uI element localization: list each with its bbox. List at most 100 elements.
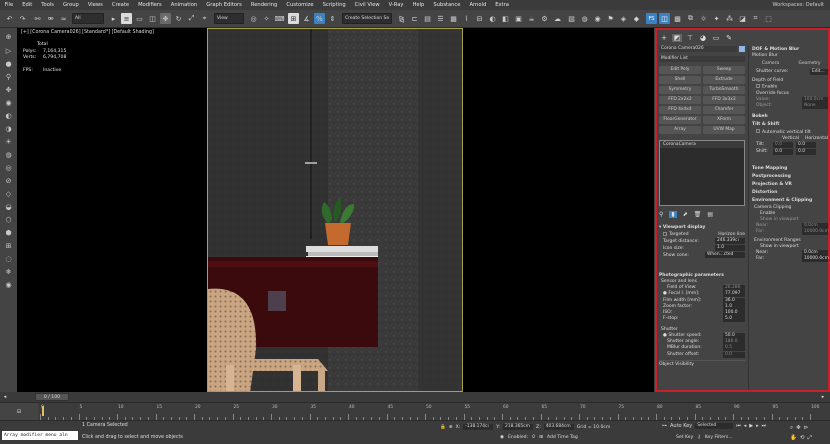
menu-animation[interactable]: Animation: [166, 2, 201, 8]
menu-vray[interactable]: V-Ray: [384, 2, 408, 8]
scene-converter-icon[interactable]: ◫: [659, 13, 670, 24]
modifier-button-uvw-map[interactable]: UVW Map: [703, 126, 745, 134]
select-move-icon[interactable]: ✥: [160, 13, 171, 24]
bind-space-warp-icon[interactable]: ≈: [58, 13, 69, 24]
keyboard-shortcut-icon[interactable]: ⌨: [274, 13, 285, 24]
set-key-button[interactable]: Set Key: [676, 435, 693, 440]
track-bar[interactable]: ⊟ 0 5 10 15 20 25 30 35 40 45 50 55 60 65 70 75 80 85 90 95…: [0, 402, 830, 420]
link-icon[interactable]: ⚯: [32, 13, 43, 24]
time-tag-icon[interactable]: ⊞: [539, 435, 543, 440]
modifier-button-ffd-3[interactable]: FFD 3x3x3: [703, 96, 745, 104]
spinner-snap-icon[interactable]: ⇕: [327, 13, 338, 24]
menu-modifiers[interactable]: Modifiers: [134, 2, 167, 8]
object-visibility-rollout[interactable]: Object Visibility: [659, 359, 745, 369]
show-end-result-icon[interactable]: ▮: [669, 211, 677, 218]
render-iterative-icon[interactable]: ⚙: [539, 13, 550, 24]
icon-size-field[interactable]: 1.0: [715, 245, 745, 251]
play-icon[interactable]: ▶: [749, 423, 753, 429]
create-tab-icon[interactable]: +: [659, 34, 669, 42]
key-filters-button[interactable]: Key Filters...: [705, 435, 733, 440]
render-production-icon[interactable]: ☕: [526, 13, 537, 24]
rectangular-selection-icon[interactable]: ▭: [134, 13, 145, 24]
modifier-button-turbosmooth[interactable]: TurboSmooth: [703, 86, 745, 94]
select-object-icon[interactable]: ▸: [108, 13, 119, 24]
remove-modifier-icon[interactable]: 🗑: [694, 211, 702, 218]
modifier-button-array[interactable]: Array: [659, 126, 701, 134]
distance-icon[interactable]: ⌗: [750, 13, 761, 24]
select-manipulate-icon[interactable]: ✧: [261, 13, 272, 24]
decal-icon[interactable]: ◪: [737, 13, 748, 24]
viewport-tools-icon[interactable]: ▷: [3, 46, 14, 56]
cosmos-browser-icon[interactable]: ✦: [711, 13, 722, 24]
environment-clipping-rollout[interactable]: Environment & Clipping: [752, 197, 828, 205]
y-coord-field[interactable]: 218.365cm: [503, 424, 534, 430]
camera-mb-button[interactable]: Camera: [752, 60, 789, 68]
render-setup-icon[interactable]: ◧: [500, 13, 511, 24]
key-icon[interactable]: ⚷: [697, 435, 700, 440]
focus-object-picker[interactable]: None: [802, 102, 828, 109]
motion-tab-icon[interactable]: ◕: [698, 34, 708, 42]
select-scale-icon[interactable]: ⤢: [186, 13, 197, 24]
proxy-icon[interactable]: ⧉: [685, 13, 696, 24]
reference-coordinate-dropdown[interactable]: View: [214, 13, 244, 24]
light-toggle-icon[interactable]: ☀: [3, 137, 14, 147]
pivot-center-icon[interactable]: ◎: [248, 13, 259, 24]
modifier-button-symmetry[interactable]: Symmetry: [659, 86, 701, 94]
zoom-field[interactable]: 1.0: [723, 303, 745, 310]
camera-viewport[interactable]: [+] [Corona Camera026] [Standard*] [Defa…: [17, 28, 654, 392]
go-to-start-icon[interactable]: ⏮: [736, 423, 741, 429]
make-unique-icon[interactable]: ⬈: [683, 211, 688, 218]
select-rotate-icon[interactable]: ↻: [173, 13, 184, 24]
maxscript-listener-input[interactable]: Array modifier menu aln: [2, 431, 78, 440]
light-lister-icon[interactable]: ☼: [698, 13, 709, 24]
fs-icon[interactable]: FS: [646, 13, 657, 24]
corona-interactive-icon[interactable]: ◈: [618, 13, 629, 24]
menu-group[interactable]: Group: [59, 2, 84, 8]
auto-vertical-tilt-checkbox[interactable]: Automatic vertical tilt: [752, 129, 828, 136]
selection-filter-dropdown[interactable]: All: [72, 13, 104, 24]
filter-icon[interactable]: ⊘: [3, 176, 14, 186]
bokeh-rollout[interactable]: Bokeh: [752, 113, 828, 121]
modifier-stack-item[interactable]: CoronaCamera: [660, 141, 744, 148]
snap-toggle-icon[interactable]: ⊞: [288, 13, 299, 24]
container-toggle-icon[interactable]: ⊞: [3, 241, 14, 251]
menu-create[interactable]: Create: [107, 2, 133, 8]
zoom-icon[interactable]: ⌕: [790, 425, 793, 432]
layer-explorer-icon[interactable]: ☰: [435, 13, 446, 24]
time-slider-thumb[interactable]: 0 / 100: [35, 393, 69, 401]
object-color-swatch[interactable]: [739, 46, 745, 52]
auto-key-button[interactable]: Auto Key: [670, 423, 692, 429]
tone-mapping-rollout[interactable]: Tone Mapping: [752, 165, 828, 173]
window-crossing-icon[interactable]: ◫: [147, 13, 158, 24]
pan-icon[interactable]: ✋: [790, 435, 797, 442]
next-frame-icon[interactable]: ▸: [756, 423, 759, 429]
menu-customize[interactable]: Customize: [282, 2, 318, 8]
modifier-button-ffd-2[interactable]: FFD 2x2x2: [659, 96, 701, 104]
modifier-button-floorgenerator[interactable]: FloorGenerator: [659, 116, 701, 124]
scatter-icon[interactable]: ⁂: [724, 13, 735, 24]
key-selection-dropdown[interactable]: Selected: [695, 423, 734, 429]
viewport-display-title[interactable]: ▾ Viewport display: [659, 224, 745, 231]
set-key-mode-icon[interactable]: ⊶: [662, 423, 667, 429]
corona-vfb-icon[interactable]: ◆: [631, 13, 642, 24]
sphere-icon[interactable]: ◉: [3, 98, 14, 108]
clip-far-field[interactable]: 10000.0cm: [802, 228, 829, 235]
pin-stack-icon[interactable]: ⚲: [659, 211, 663, 218]
show-cone-dropdown[interactable]: When...cted: [705, 252, 745, 258]
move-tool-icon[interactable]: ✥: [3, 85, 14, 95]
track-bar-menu-icon[interactable]: ⊟: [0, 403, 38, 420]
modifier-button-edit-poly[interactable]: Edit Poly: [659, 66, 701, 74]
shift-vertical-field[interactable]: 0.0: [773, 148, 793, 155]
camera-toggle-icon[interactable]: ◒: [3, 202, 14, 212]
snapshot-icon[interactable]: ▩: [672, 13, 683, 24]
hierarchy-tab-icon[interactable]: ⊤: [685, 34, 695, 42]
align-icon[interactable]: ⊏: [409, 13, 420, 24]
projection-vr-rollout[interactable]: Projection & VR: [752, 181, 828, 189]
postprocessing-rollout[interactable]: Postprocessing: [752, 173, 828, 181]
slider-left-arrow-icon[interactable]: ◂: [0, 392, 10, 402]
material-editor-icon[interactable]: ◐: [487, 13, 498, 24]
lock-selection-icon[interactable]: 🔒: [440, 425, 446, 430]
curve-editor-icon[interactable]: ⌇: [461, 13, 472, 24]
angle-snap-icon[interactable]: ∡: [301, 13, 312, 24]
maximize-viewport-icon[interactable]: ⤢: [807, 435, 811, 442]
